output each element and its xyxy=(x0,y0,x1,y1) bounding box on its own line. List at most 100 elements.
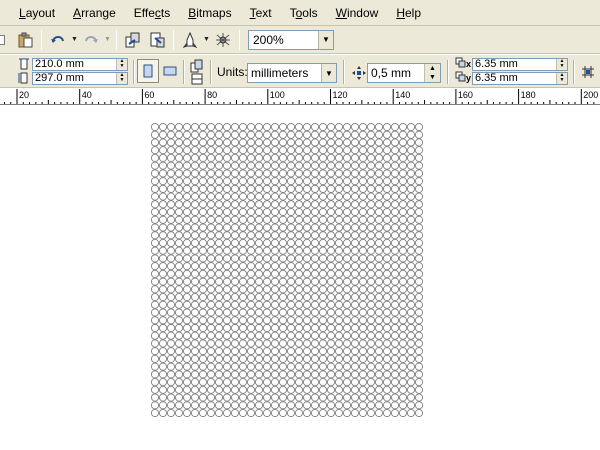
grid-circle[interactable] xyxy=(158,238,168,247)
grid-circle[interactable] xyxy=(294,378,304,387)
grid-circle[interactable] xyxy=(310,231,320,240)
grid-circle[interactable] xyxy=(350,246,360,255)
grid-circle[interactable] xyxy=(294,408,304,418)
grid-circle[interactable] xyxy=(182,362,192,371)
grid-circle[interactable] xyxy=(278,238,288,247)
grid-circle[interactable] xyxy=(310,122,320,132)
grid-circle[interactable] xyxy=(166,378,176,387)
grid-circle[interactable] xyxy=(286,370,296,379)
grid-circle[interactable] xyxy=(358,169,368,178)
grid-circle[interactable] xyxy=(166,339,176,348)
grid-circle[interactable] xyxy=(390,262,400,271)
grid-circle[interactable] xyxy=(350,130,360,139)
grid-circle[interactable] xyxy=(342,122,352,132)
grid-circle[interactable] xyxy=(286,177,296,186)
grid-circle[interactable] xyxy=(302,262,312,271)
grid-circle[interactable] xyxy=(374,184,384,193)
grid-circle[interactable] xyxy=(390,215,400,224)
grid-circle[interactable] xyxy=(414,122,424,132)
grid-circle[interactable] xyxy=(390,246,400,255)
grid-circle[interactable] xyxy=(254,130,264,139)
grid-circle[interactable] xyxy=(294,207,304,217)
grid-circle[interactable] xyxy=(230,277,240,286)
grid-circle[interactable] xyxy=(310,393,320,402)
grid-circle[interactable] xyxy=(174,393,184,402)
grid-circle[interactable] xyxy=(366,184,376,193)
grid-circle[interactable] xyxy=(318,354,328,363)
grid-circle[interactable] xyxy=(198,362,208,371)
grid-circle[interactable] xyxy=(358,153,368,162)
grid-circle[interactable] xyxy=(286,331,296,340)
grid-circle[interactable] xyxy=(166,323,176,333)
grid-circle[interactable] xyxy=(190,401,200,410)
grid-circle[interactable] xyxy=(190,362,200,371)
grid-circle[interactable] xyxy=(190,331,200,340)
grid-circle[interactable] xyxy=(302,378,312,387)
grid-circle[interactable] xyxy=(278,370,288,379)
grid-circle[interactable] xyxy=(350,362,360,371)
grid-circle[interactable] xyxy=(214,362,224,371)
grid-circle[interactable] xyxy=(286,362,296,371)
grid-circle[interactable] xyxy=(174,308,184,317)
grid-circle[interactable] xyxy=(310,138,320,147)
grid-circle[interactable] xyxy=(398,177,408,186)
grid-circle[interactable] xyxy=(150,122,160,132)
grid-circle[interactable] xyxy=(262,177,272,186)
grid-circle[interactable] xyxy=(182,331,192,340)
grid-circle[interactable] xyxy=(390,161,400,170)
grid-circle[interactable] xyxy=(390,146,400,155)
grid-circle[interactable] xyxy=(374,285,384,294)
grid-circle[interactable] xyxy=(230,269,240,278)
grid-circle[interactable] xyxy=(270,277,280,286)
grid-circle[interactable] xyxy=(174,223,184,232)
grid-circle[interactable] xyxy=(334,192,344,201)
grid-circle[interactable] xyxy=(406,254,416,263)
grid-circle[interactable] xyxy=(182,138,192,147)
grid-circle[interactable] xyxy=(182,200,192,209)
grid-circle[interactable] xyxy=(206,169,216,178)
grid-circle[interactable] xyxy=(366,300,376,309)
grid-circle[interactable] xyxy=(326,385,336,394)
grid-circle[interactable] xyxy=(262,138,272,147)
grid-circle[interactable] xyxy=(150,200,160,209)
grid-circle[interactable] xyxy=(358,122,368,132)
zoom-level-combo[interactable]: 200% ▼ xyxy=(248,29,334,50)
grid-circle[interactable] xyxy=(382,347,392,356)
grid-circle[interactable] xyxy=(238,192,248,201)
grid-circle[interactable] xyxy=(262,393,272,402)
grid-circle[interactable] xyxy=(334,269,344,278)
grid-circle[interactable] xyxy=(222,238,232,247)
grid-circle[interactable] xyxy=(366,378,376,387)
grid-circle[interactable] xyxy=(374,362,384,371)
grid-circle[interactable] xyxy=(350,308,360,317)
grid-circle[interactable] xyxy=(262,316,272,325)
grid-circle[interactable] xyxy=(262,300,272,309)
grid-circle[interactable] xyxy=(350,192,360,201)
grid-circle[interactable] xyxy=(238,285,248,294)
grid-circle[interactable] xyxy=(414,354,424,363)
grid-circle[interactable] xyxy=(366,215,376,224)
grid-circle[interactable] xyxy=(214,408,224,418)
grid-circle[interactable] xyxy=(310,347,320,356)
grid-circle[interactable] xyxy=(414,177,424,186)
grid-circle[interactable] xyxy=(326,130,336,139)
grid-circle[interactable] xyxy=(350,177,360,186)
grid-circle[interactable] xyxy=(174,246,184,255)
grid-circle[interactable] xyxy=(270,378,280,387)
grid-circle[interactable] xyxy=(334,292,344,302)
grid-circle[interactable] xyxy=(334,347,344,356)
grid-circle[interactable] xyxy=(310,378,320,387)
grid-circle[interactable] xyxy=(342,262,352,271)
grid-circle[interactable] xyxy=(326,277,336,286)
grid-circle[interactable] xyxy=(198,246,208,255)
grid-circle[interactable] xyxy=(182,254,192,263)
grid-circle[interactable] xyxy=(198,238,208,247)
grid-circle[interactable] xyxy=(246,277,256,286)
menu-tools[interactable]: Tools xyxy=(281,2,327,24)
grid-circle[interactable] xyxy=(262,262,272,271)
grid-circle[interactable] xyxy=(374,292,384,302)
grid-circle[interactable] xyxy=(230,262,240,271)
grid-circle[interactable] xyxy=(398,146,408,155)
grid-circle[interactable] xyxy=(334,146,344,155)
grid-circle[interactable] xyxy=(262,285,272,294)
